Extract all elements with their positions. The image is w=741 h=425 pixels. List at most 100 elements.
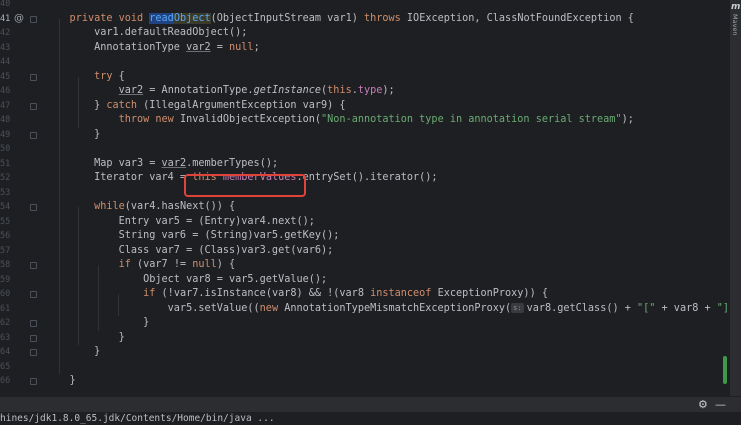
line-number[interactable]: 51 bbox=[0, 157, 10, 172]
code-token: new bbox=[259, 302, 285, 314]
line-number[interactable]: 48 bbox=[0, 113, 10, 128]
fold-toggle-icon[interactable] bbox=[30, 291, 37, 298]
line-number[interactable]: 52 bbox=[0, 171, 10, 186]
line-number[interactable]: 43 bbox=[0, 41, 10, 56]
gutter-row: 42 bbox=[0, 26, 45, 41]
line-number[interactable]: 58 bbox=[0, 258, 10, 273]
line-number[interactable]: 46 bbox=[0, 84, 10, 99]
code-line[interactable]: while(var4.hasNext()) { bbox=[45, 200, 235, 215]
line-number[interactable]: 44 bbox=[0, 55, 10, 70]
code-line[interactable]: if (var7 != null) { bbox=[45, 258, 236, 273]
line-number[interactable]: 61 bbox=[0, 302, 10, 317]
line-number[interactable]: 62 bbox=[0, 316, 10, 331]
fold-toggle-icon[interactable] bbox=[30, 334, 37, 342]
line-number[interactable]: 63 bbox=[0, 331, 10, 346]
code-token: "[" bbox=[637, 302, 656, 314]
editor-scrollbar-marker[interactable] bbox=[723, 356, 727, 384]
line-number[interactable]: 65 bbox=[0, 360, 10, 375]
code-token: } bbox=[45, 128, 101, 140]
code-token: = AnnotationType. bbox=[143, 85, 254, 96]
line-number[interactable]: 64 bbox=[0, 345, 10, 360]
code-token: Entry var5 = (Entry)var4.next(); bbox=[45, 215, 315, 227]
gutter-row: 56 bbox=[0, 229, 45, 244]
line-number[interactable]: 66 bbox=[0, 374, 10, 389]
code-token: this bbox=[327, 85, 352, 96]
line-number[interactable]: 40 bbox=[0, 0, 10, 12]
line-number[interactable]: 53 bbox=[0, 186, 10, 201]
line-number[interactable]: 56 bbox=[0, 229, 10, 244]
line-number[interactable]: 54 bbox=[0, 200, 10, 215]
code-line[interactable]: var1.defaultReadObject(); bbox=[45, 26, 247, 41]
code-token: getInstance bbox=[253, 85, 322, 96]
code-token: if bbox=[143, 288, 162, 299]
code-area[interactable]: private void readObject(ObjectInputStrea… bbox=[45, 0, 729, 396]
line-number[interactable]: 47 bbox=[0, 99, 10, 114]
code-token: null bbox=[229, 41, 254, 53]
code-line[interactable]: if (!var7.isInstance(var8) && !(var8 ins… bbox=[45, 287, 548, 302]
code-token: var2 bbox=[161, 157, 187, 169]
gutter-row: 63 bbox=[0, 331, 45, 346]
code-token: ); bbox=[621, 114, 634, 125]
fold-toggle-icon[interactable] bbox=[30, 320, 37, 327]
fold-toggle-icon[interactable] bbox=[30, 262, 37, 269]
fold-toggle-icon[interactable] bbox=[30, 73, 37, 81]
line-number[interactable]: 49 bbox=[0, 128, 10, 143]
code-token: throws bbox=[363, 12, 407, 24]
code-line[interactable]: Object var8 = var5.getValue(); bbox=[45, 273, 327, 288]
fold-toggle-icon[interactable] bbox=[30, 378, 37, 385]
gutter-row: 43 bbox=[0, 41, 45, 56]
line-number[interactable]: 57 bbox=[0, 244, 10, 259]
code-line[interactable]: } bbox=[45, 374, 76, 389]
code-line[interactable]: } bbox=[45, 128, 100, 143]
code-token: try bbox=[94, 70, 119, 82]
fold-toggle-icon[interactable] bbox=[30, 15, 37, 23]
code-token: "]" bbox=[716, 302, 729, 314]
code-line[interactable]: Map var3 = var2.memberTypes(); bbox=[45, 157, 278, 172]
code-line[interactable]: String var6 = (String)var5.getKey(); bbox=[45, 229, 340, 244]
code-token: { bbox=[118, 70, 125, 82]
code-line[interactable]: } bbox=[45, 345, 100, 360]
line-number[interactable]: 60 bbox=[0, 287, 10, 302]
code-token: AnnotationType bbox=[45, 41, 187, 53]
code-line[interactable]: try { bbox=[45, 70, 125, 85]
code-line[interactable]: } bbox=[45, 331, 125, 346]
line-number[interactable]: 42 bbox=[0, 26, 10, 41]
code-token: + var8 + bbox=[655, 302, 717, 314]
code-token: instanceof bbox=[370, 288, 438, 299]
override-marker-icon[interactable]: @ bbox=[14, 12, 24, 27]
run-console: hines/jdk1.8.0_65.jdk/Contents/Home/bin/… bbox=[0, 412, 741, 425]
code-line[interactable]: Class var7 = (Class)var3.get(var6); bbox=[45, 244, 334, 259]
code-line[interactable]: var2 = AnnotationType.getInstance(this.t… bbox=[45, 84, 395, 99]
minimize-icon[interactable]: — bbox=[715, 398, 726, 411]
line-number[interactable]: 41 bbox=[0, 12, 10, 27]
gutter-row: 66 bbox=[0, 374, 45, 389]
code-editor[interactable]: 40 41 @42 43 44 45 46 47 48 49 50 51 52 53 54 55 56 57 58 5… bbox=[0, 0, 729, 396]
line-number[interactable]: 59 bbox=[0, 273, 10, 288]
maven-icon[interactable]: m bbox=[731, 2, 740, 12]
code-token: IOException, ClassNotFoundException { bbox=[406, 12, 634, 24]
fold-toggle-icon[interactable] bbox=[30, 131, 37, 139]
fold-toggle-icon[interactable] bbox=[30, 349, 37, 356]
code-line[interactable]: Entry var5 = (Entry)var4.next(); bbox=[45, 215, 315, 230]
code-line[interactable]: throw new InvalidObjectException("Non-an… bbox=[45, 113, 634, 128]
gear-icon[interactable]: ⚙ bbox=[698, 398, 708, 411]
line-number[interactable]: 50 bbox=[0, 142, 10, 157]
code-token: } bbox=[45, 317, 150, 328]
line-number[interactable]: 55 bbox=[0, 215, 10, 230]
code-line[interactable]: AnnotationType var2 = null; bbox=[45, 41, 260, 56]
code-line[interactable]: } catch (IllegalArgumentException var9) … bbox=[45, 99, 346, 114]
code-token: null bbox=[192, 259, 217, 270]
maven-tool-label[interactable]: Maven bbox=[731, 14, 739, 36]
code-token: throw new bbox=[118, 114, 180, 125]
code-token: = bbox=[210, 41, 230, 53]
fold-toggle-icon[interactable] bbox=[30, 204, 37, 211]
gutter-row: 57 bbox=[0, 244, 45, 259]
line-number[interactable]: 45 bbox=[0, 70, 10, 85]
fold-toggle-icon[interactable] bbox=[30, 102, 37, 110]
code-line[interactable]: } bbox=[45, 316, 149, 331]
code-line[interactable]: private void readObject(ObjectInputStrea… bbox=[45, 12, 634, 27]
code-line[interactable]: var5.setValue((new AnnotationTypeMismatc… bbox=[45, 302, 729, 317]
